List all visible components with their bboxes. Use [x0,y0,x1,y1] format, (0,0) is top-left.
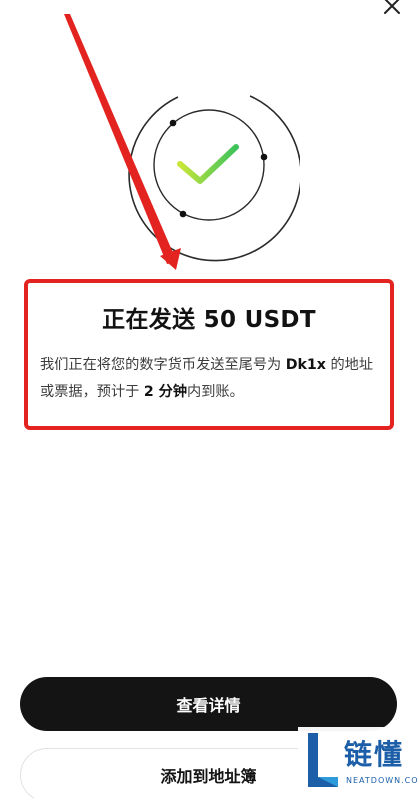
transaction-status-screen: 正在发送 50 USDT 我们正在将您的数字货币发送至尾号为 Dk1x 的地址或… [0,0,418,798]
watermark-text: 链懂 [344,738,405,771]
close-icon [384,0,400,14]
status-title: 正在发送 50 USDT [102,307,316,333]
watermark-subtext: NEATDOWN.COM [346,776,418,785]
status-description: 我们正在将您的数字货币发送至尾号为 Dk1x 的地址或票据，预计于 2 分钟内到… [40,352,380,406]
watermark: 链懂 NEATDOWN.COM [298,727,418,798]
ring-dot [260,153,268,161]
outer-ring-arc [128,95,302,262]
inner-ring [153,109,265,221]
desc-text: 内到账。 [187,384,244,400]
check-icon [177,144,239,184]
ring-dot [169,119,177,127]
view-details-button[interactable]: 查看详情 [20,677,397,731]
close-button[interactable] [380,0,404,18]
address-tail: Dk1x [285,357,326,373]
eta-time: 2 分钟 [143,384,188,400]
watermark-logo-icon [308,733,338,787]
ring-dot [179,210,187,218]
desc-text: 我们正在将您的数字货币发送至尾号为 [40,357,286,373]
success-illustration [118,80,302,262]
